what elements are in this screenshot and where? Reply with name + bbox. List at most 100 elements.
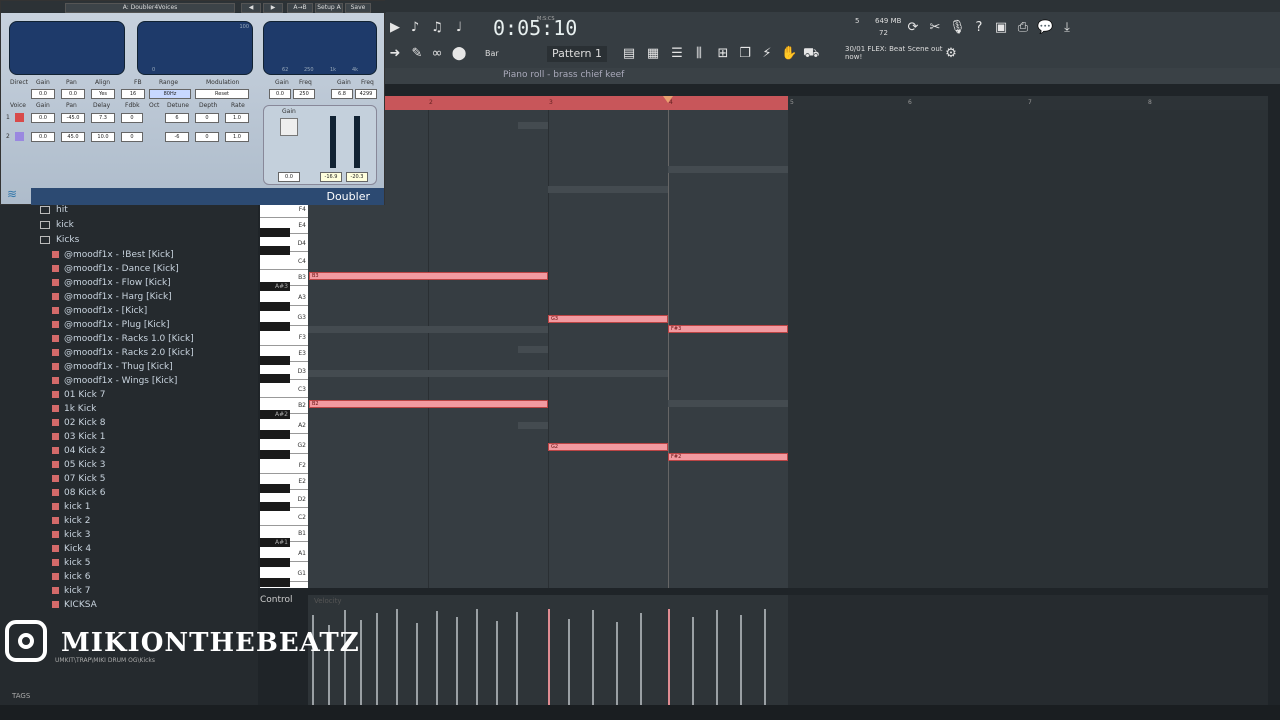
- sample-item[interactable]: kick 5: [52, 558, 90, 568]
- note-block[interactable]: F#2: [668, 453, 788, 461]
- link-icon[interactable]: ∞: [429, 46, 445, 62]
- browser-icon[interactable]: ❐: [737, 46, 753, 62]
- velocity-pane[interactable]: Velocity: [308, 595, 788, 705]
- velocity-bar[interactable]: [360, 620, 362, 705]
- timeline-ruler[interactable]: 2 3 4: [385, 96, 788, 110]
- velocity-bar-selected[interactable]: [668, 609, 670, 705]
- sample-item[interactable]: @moodf1x - !Best [Kick]: [52, 250, 174, 260]
- note-block[interactable]: F#3: [668, 325, 788, 333]
- pattern-selector[interactable]: Pattern 1: [547, 46, 607, 62]
- mixer-icon[interactable]: ⫼: [691, 46, 707, 62]
- note-block[interactable]: G2: [548, 443, 668, 451]
- sample-item[interactable]: kick 1: [52, 502, 90, 512]
- sample-item[interactable]: @moodf1x - Flow [Kick]: [52, 278, 171, 288]
- direct-pan-field[interactable]: 0.0: [61, 89, 85, 99]
- velocity-bar[interactable]: [496, 621, 498, 705]
- sample-item[interactable]: @moodf1x - Racks 2.0 [Kick]: [52, 348, 194, 358]
- save-button[interactable]: Save: [345, 3, 371, 13]
- piano-key[interactable]: C3: [260, 382, 308, 398]
- wave-icon[interactable]: ♫: [429, 20, 445, 36]
- render-icon[interactable]: ⎙: [1015, 20, 1031, 36]
- folder-item[interactable]: hit: [40, 205, 68, 215]
- sample-item[interactable]: kick 3: [52, 530, 90, 540]
- arrow-icon[interactable]: ➜: [387, 46, 403, 62]
- folder-item[interactable]: kick: [40, 220, 74, 230]
- voice-rate-field[interactable]: 1.0: [225, 113, 249, 123]
- voice-rate-field[interactable]: 1.0: [225, 132, 249, 142]
- velocity-bar[interactable]: [692, 617, 694, 705]
- metronome-icon[interactable]: ♩: [451, 20, 467, 36]
- mic-icon[interactable]: 🎙: [949, 20, 966, 36]
- save-icon[interactable]: ▣: [993, 20, 1009, 36]
- sample-item[interactable]: @moodf1x - Racks 1.0 [Kick]: [52, 334, 194, 344]
- sample-item[interactable]: 01 Kick 7: [52, 390, 105, 400]
- velocity-bar[interactable]: [476, 609, 478, 705]
- sample-item[interactable]: @moodf1x - Plug [Kick]: [52, 320, 169, 330]
- velocity-bar[interactable]: [640, 613, 642, 705]
- voice-gain-field[interactable]: 0.0: [31, 132, 55, 142]
- playlist-icon[interactable]: ▤: [621, 46, 637, 62]
- play-icon[interactable]: ▶: [387, 20, 403, 36]
- sample-item[interactable]: @moodf1x - Thug [Kick]: [52, 362, 173, 372]
- note-block[interactable]: G3: [548, 315, 668, 323]
- range-field[interactable]: 80Hz: [149, 89, 191, 99]
- voice-fdbk-field[interactable]: 0: [121, 132, 143, 142]
- settings-icon[interactable]: ⚙: [943, 46, 959, 62]
- sample-item[interactable]: @moodf1x - Dance [Kick]: [52, 264, 179, 274]
- eq-freq-field[interactable]: 250: [293, 89, 315, 99]
- align-field[interactable]: Yes: [91, 89, 115, 99]
- sample-item[interactable]: 05 Kick 3: [52, 460, 105, 470]
- folder-item[interactable]: Kicks: [40, 235, 79, 245]
- voice-1-color[interactable]: [15, 113, 24, 122]
- voice-detune-field[interactable]: 6: [165, 113, 189, 123]
- voice-2-color[interactable]: [15, 132, 24, 141]
- velocity-bar[interactable]: [716, 610, 718, 705]
- snap-select[interactable]: Bar: [485, 49, 499, 58]
- pencil-icon[interactable]: ✎: [409, 46, 425, 62]
- velocity-bar[interactable]: [568, 619, 570, 705]
- piano-key[interactable]: F2: [260, 458, 308, 474]
- sample-item[interactable]: KICKSA: [52, 600, 97, 610]
- ab-button[interactable]: A→B: [287, 3, 313, 13]
- tags-label[interactable]: TAGS: [12, 692, 30, 700]
- sample-item[interactable]: 04 Kick 2: [52, 446, 105, 456]
- download-icon[interactable]: ⤓: [1059, 20, 1075, 36]
- velocity-bar[interactable]: [764, 609, 766, 705]
- sample-item[interactable]: kick 2: [52, 516, 90, 526]
- velocity-bar[interactable]: [616, 622, 618, 705]
- piano-keyboard[interactable]: F4 E4 D4 C4 B3 A#3 A3 G3 F3 E3 D3 C3 B2 …: [260, 200, 308, 588]
- sample-item[interactable]: @moodf1x - [Kick]: [52, 306, 147, 316]
- tempo-icon[interactable]: ♪: [407, 20, 423, 36]
- eq-freq-field[interactable]: 4299: [355, 89, 377, 99]
- velocity-bar[interactable]: [592, 610, 594, 705]
- prev-preset-button[interactable]: ◀: [241, 3, 261, 13]
- voice-depth-field[interactable]: 0: [195, 132, 219, 142]
- note-grid-empty[interactable]: [788, 110, 1268, 588]
- velocity-bar[interactable]: [456, 617, 458, 705]
- piano-key[interactable]: C2: [260, 510, 308, 526]
- note-block[interactable]: B2: [309, 400, 548, 408]
- modulation-reset-button[interactable]: Reset: [195, 89, 249, 99]
- sample-item[interactable]: 08 Kick 6: [52, 488, 105, 498]
- velocity-pane-empty[interactable]: [788, 595, 1268, 705]
- velocity-bar[interactable]: [376, 613, 378, 705]
- velocity-bar[interactable]: [396, 609, 398, 705]
- stamp-icon[interactable]: ⬤: [451, 46, 467, 62]
- fb-field[interactable]: 16: [121, 89, 145, 99]
- note-block[interactable]: B3: [309, 272, 548, 280]
- refresh-icon[interactable]: ⟳: [905, 20, 921, 36]
- sample-item[interactable]: kick 6: [52, 572, 90, 582]
- velocity-bar[interactable]: [436, 611, 438, 705]
- piano-key[interactable]: C4: [260, 254, 308, 270]
- channel-rack-icon[interactable]: ☰: [669, 46, 685, 62]
- piano-key[interactable]: F3: [260, 330, 308, 346]
- pianoroll-icon[interactable]: ▦: [645, 46, 661, 62]
- setup-button[interactable]: Setup A: [315, 3, 343, 13]
- sample-item[interactable]: kick 7: [52, 586, 90, 596]
- sample-item[interactable]: 07 Kick 5: [52, 474, 105, 484]
- timeline-ruler-empty[interactable]: 5 6 7 8: [788, 96, 1268, 110]
- cart-icon[interactable]: ⛟: [803, 46, 819, 62]
- sample-item[interactable]: @moodf1x - Wings [Kick]: [52, 376, 177, 386]
- velocity-bar-selected[interactable]: [548, 609, 550, 705]
- plugin-icon[interactable]: ⊞: [715, 46, 731, 62]
